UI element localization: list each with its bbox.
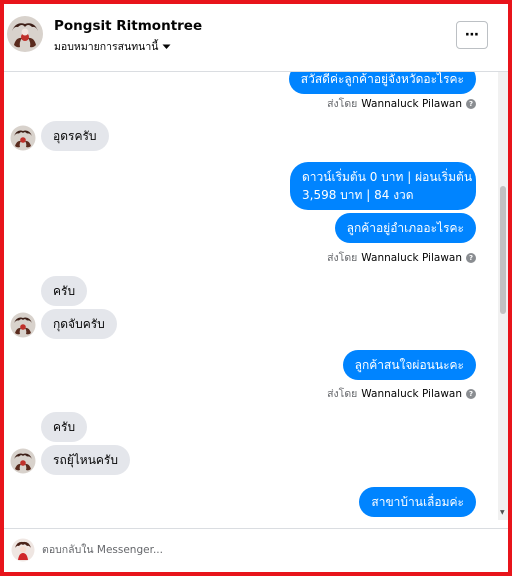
page-avatar (11, 538, 35, 562)
message-text: ครับ (53, 284, 76, 298)
scrollbar-thumb[interactable] (500, 186, 506, 314)
sent-by-prefix: ส่งโดย (327, 252, 358, 264)
sent-by-prefix: ส่งโดย (327, 98, 358, 110)
contact-avatar-small (10, 448, 36, 474)
info-icon[interactable]: ? (466, 252, 476, 263)
info-icon[interactable]: ? (466, 98, 476, 109)
more-options-button[interactable]: ⋯ (456, 21, 488, 49)
info-icon[interactable]: ? (466, 388, 476, 399)
message-text: ลูกค้าสนใจผ่อนนะคะ (354, 358, 464, 372)
outgoing-message: สาขาบ้านเลื่อมค่ะ (359, 487, 476, 517)
message-text-line: 3,598 บาท | 84 งวด (302, 188, 414, 202)
outgoing-message: ดาวน์เริ่มต้น 0 บาท | ผ่อนเริ่มต้น 3,598… (290, 162, 476, 210)
contact-avatar-small (10, 312, 36, 338)
reply-input[interactable] (42, 539, 482, 561)
sent-by-name: Wannaluck Pilawan (361, 387, 462, 400)
outgoing-message: ลูกค้าอยู่อำเภออะไรคะ (334, 213, 476, 243)
incoming-message: ครับ (41, 276, 88, 306)
message-thread: สวัสดีค่ะลูกค้าอยู่จังหวัดอะไรคะ ส่งโดย … (4, 72, 496, 520)
message-text-line: ดาวน์เริ่มต้น 0 บาท | ผ่อนเริ่มต้น (302, 170, 473, 184)
message-text: สวัสดีค่ะลูกค้าอยู่จังหวัดอะไรคะ (300, 72, 464, 86)
message-text: กุดจับครับ (53, 317, 105, 331)
contact-avatar-small (10, 125, 36, 151)
incoming-message: อุดรครับ (41, 121, 109, 151)
thread-scrollbar[interactable]: ▼ (498, 72, 508, 520)
assign-dropdown[interactable]: มอบหมายการสนทนานี้ (54, 38, 171, 55)
sent-by-line: ส่งโดย Wannaluck Pilawan ? (327, 249, 476, 266)
incoming-message: ครับ (41, 412, 88, 442)
sent-by-line: ส่งโดย Wannaluck Pilawan ? (327, 385, 476, 402)
incoming-message: รถยุ้ไหนครับ (41, 445, 130, 475)
message-text: ครับ (53, 420, 76, 434)
chevron-down-icon (162, 44, 171, 49)
message-text: อุดรครับ (53, 129, 97, 143)
message-text: รถยุ้ไหนครับ (53, 453, 118, 467)
sent-by-line: ส่งโดย Wannaluck Pilawan ? (327, 95, 476, 112)
more-icon: ⋯ (465, 27, 479, 43)
scroll-down-arrow-icon[interactable]: ▼ (500, 509, 505, 516)
sent-by-name: Wannaluck Pilawan (361, 97, 462, 110)
assign-label: มอบหมายการสนทนานี้ (54, 41, 159, 53)
message-text: สาขาบ้านเลื่อมค่ะ (371, 495, 464, 509)
outgoing-message: สวัสดีค่ะลูกค้าอยู่จังหวัดอะไรคะ (288, 72, 476, 94)
sent-by-name: Wannaluck Pilawan (361, 251, 462, 264)
sent-by-prefix: ส่งโดย (327, 388, 358, 400)
contact-avatar[interactable] (6, 15, 44, 53)
contact-name[interactable]: Pongsit Ritmontree (54, 18, 202, 34)
reply-bar (4, 528, 508, 572)
outgoing-message: ลูกค้าสนใจผ่อนนะคะ (342, 350, 476, 380)
incoming-message: กุดจับครับ (41, 309, 117, 339)
conversation-header: Pongsit Ritmontree มอบหมายการสนทนานี้ ⋯ (4, 4, 508, 72)
message-text: ลูกค้าอยู่อำเภออะไรคะ (346, 221, 464, 235)
